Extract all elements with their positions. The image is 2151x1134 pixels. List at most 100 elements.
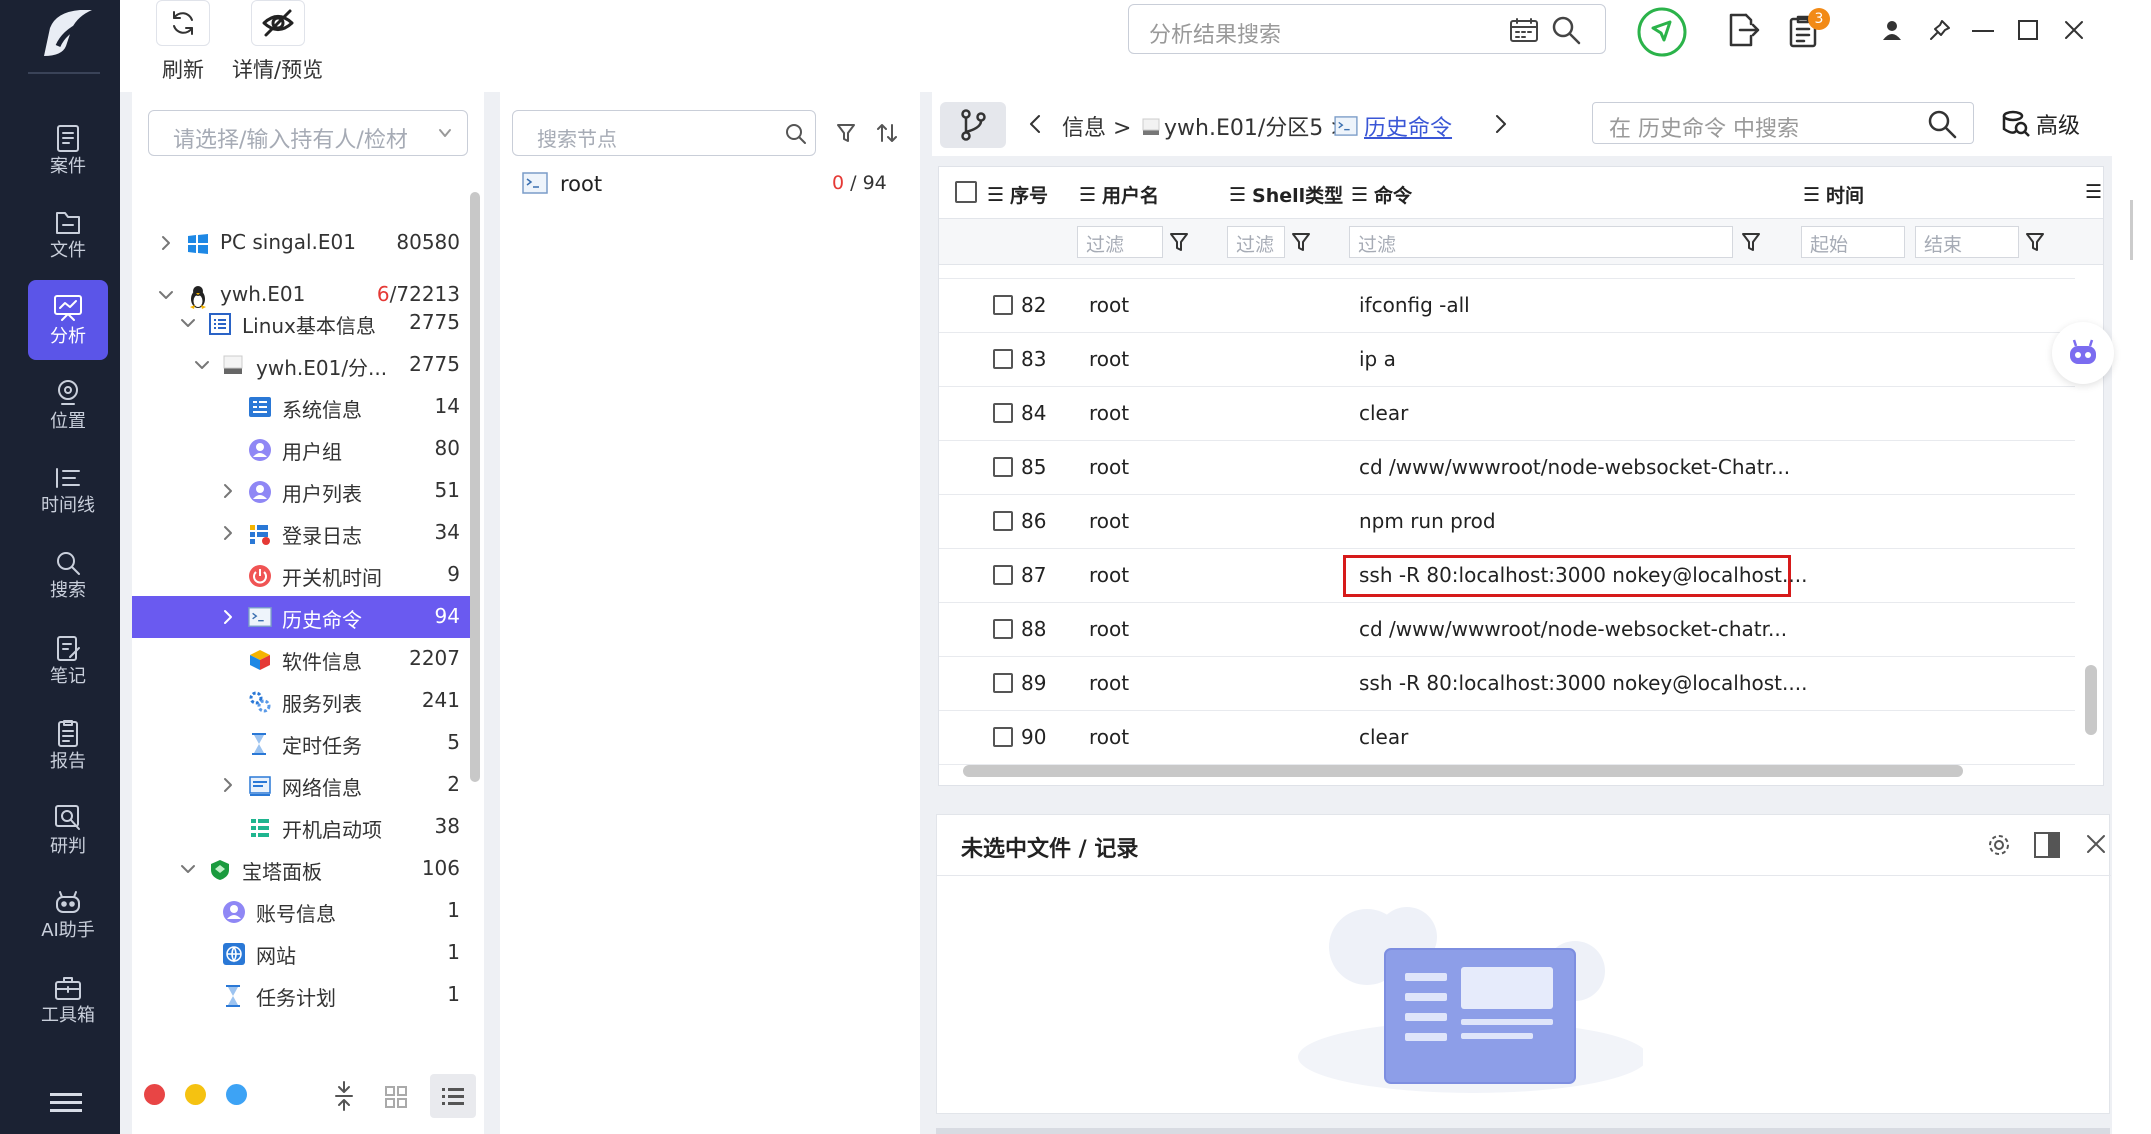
row-checkbox[interactable] <box>993 565 1013 585</box>
row-checkbox[interactable] <box>993 727 1013 747</box>
close-icon[interactable] <box>2064 20 2084 40</box>
tree-item[interactable]: 开关机时间 9 <box>132 554 472 596</box>
tree-item[interactable]: 用户组 80 <box>132 428 472 470</box>
gear-icon[interactable] <box>1985 831 2013 859</box>
tree-item[interactable]: ywh.E01/分... 2775 <box>132 344 472 386</box>
nav-item-search[interactable]: 搜索 <box>28 535 108 615</box>
row-checkbox[interactable] <box>993 295 1013 315</box>
tree-item[interactable]: PC singal.E01 80580 <box>132 222 472 264</box>
chevron-right-icon[interactable] <box>158 235 174 251</box>
nav-item-case[interactable]: 案件 <box>28 110 108 190</box>
filter-icon[interactable] <box>1169 231 1189 253</box>
table-row[interactable]: 83 root ip a <box>939 333 2075 387</box>
chevron-right-icon[interactable] <box>1494 114 1508 134</box>
tree-scrollbar[interactable] <box>470 192 480 782</box>
time-start-input[interactable]: 起始 <box>1801 226 1905 258</box>
column-more[interactable]: ☰ <box>2085 181 2102 203</box>
tree-item[interactable]: 账号信息 1 <box>132 890 472 932</box>
chevron-right-icon[interactable] <box>220 609 236 625</box>
tree-item[interactable]: 定时任务 5 <box>132 722 472 764</box>
tree-item[interactable]: Linux基本信息 2775 <box>132 302 472 344</box>
column-shell[interactable]: ☰ Shell类型 <box>1229 181 1343 208</box>
user-filter-input[interactable]: 过滤 <box>1077 226 1163 258</box>
ai-assistant-button[interactable] <box>2052 322 2114 384</box>
row-checkbox[interactable] <box>993 511 1013 531</box>
nav-item-ai[interactable]: AI助手 <box>28 875 108 955</box>
table-row[interactable]: 81rootifconfig <box>939 265 2075 279</box>
owner-select[interactable]: 请选择/输入持有人/检材 <box>148 110 468 156</box>
table-row[interactable]: 87 root ssh -R 80:localhost:3000 nokey@loc… <box>939 549 2075 603</box>
grid-view-icon[interactable] <box>378 1074 414 1118</box>
time-end-input[interactable]: 结束 <box>1915 226 2019 258</box>
tree-item[interactable]: 网络信息 2 <box>132 764 472 806</box>
user-icon[interactable] <box>1880 18 1904 42</box>
color-tag-dot[interactable] <box>144 1084 165 1105</box>
tree-item[interactable]: 网站 1 <box>132 932 472 974</box>
collapse-icon[interactable] <box>328 1074 360 1118</box>
shell-filter-input[interactable]: 过滤 <box>1227 226 1285 258</box>
chevron-right-icon[interactable] <box>220 777 236 793</box>
table-vscrollbar[interactable] <box>2085 665 2097 735</box>
row-checkbox[interactable] <box>993 349 1013 369</box>
search-icon[interactable] <box>785 123 807 145</box>
search-icon[interactable] <box>1927 109 1957 139</box>
tree-item[interactable]: 开机启动项 38 <box>132 806 472 848</box>
list-view-icon[interactable] <box>430 1074 476 1118</box>
column-seq[interactable]: ☰ 序号 <box>987 181 1048 208</box>
split-view-icon[interactable] <box>2033 831 2061 859</box>
filter-icon[interactable] <box>836 122 856 144</box>
breadcrumb-current[interactable]: 历史命令 <box>1364 110 1452 142</box>
nav-item-file[interactable]: 文件 <box>28 195 108 275</box>
breadcrumb-part[interactable]: 信息 > <box>1062 110 1131 142</box>
chevron-down-icon[interactable] <box>180 315 196 331</box>
detail-preview-button[interactable]: 详情/预览 <box>232 0 323 84</box>
maximize-icon[interactable] <box>2018 20 2038 40</box>
minimize-icon[interactable] <box>1972 30 1994 34</box>
tree-item[interactable]: 历史命令 94 <box>132 596 472 638</box>
row-checkbox[interactable] <box>993 619 1013 639</box>
branch-button[interactable] <box>940 102 1006 148</box>
select-all-checkbox[interactable] <box>955 181 977 203</box>
breadcrumb-part[interactable]: ywh.E01/分区5 > <box>1164 110 1349 142</box>
export-icon[interactable] <box>1726 12 1760 48</box>
bottom-scrollbar[interactable] <box>936 1128 2110 1134</box>
nav-item-notes[interactable]: 笔记 <box>28 620 108 700</box>
row-checkbox[interactable] <box>993 457 1013 477</box>
breadcrumb-current-link[interactable]: 历史命令 <box>1364 116 1452 141</box>
table-row[interactable]: 90 root clear <box>939 711 2075 765</box>
tree-item[interactable]: 软件信息 2207 <box>132 638 472 680</box>
tree-item[interactable]: 服务列表 241 <box>132 680 472 722</box>
color-tag-dot[interactable] <box>185 1084 206 1105</box>
search-icon[interactable] <box>1551 15 1581 45</box>
table-hscrollbar[interactable] <box>963 765 1963 777</box>
filter-icon[interactable] <box>2025 231 2045 253</box>
nav-item-location[interactable]: 位置 <box>28 365 108 445</box>
history-search-input[interactable]: 在 历史命令 中搜索 <box>1592 102 1974 144</box>
filter-icon[interactable] <box>1291 231 1311 253</box>
node-search-input[interactable]: 搜索节点 <box>512 110 816 156</box>
nav-item-report[interactable]: 报告 <box>28 705 108 785</box>
table-row[interactable]: 88 root cd /www/wwwroot/node-websocket-cha… <box>939 603 2075 657</box>
table-row[interactable]: 89 root ssh -R 80:localhost:3000 nokey@loc… <box>939 657 2075 711</box>
tree-item[interactable]: 系统信息 14 <box>132 386 472 428</box>
nav-item-toolbox[interactable]: 工具箱 <box>28 960 108 1040</box>
table-row[interactable]: 82 root ifconfig -all <box>939 279 2075 333</box>
refresh-button[interactable]: 刷新 <box>156 0 210 84</box>
chevron-down-icon[interactable] <box>158 287 174 303</box>
chevron-down-icon[interactable] <box>194 357 210 373</box>
row-checkbox[interactable] <box>993 673 1013 693</box>
chevron-down-icon[interactable] <box>180 861 196 877</box>
chevron-left-icon[interactable] <box>1028 114 1042 134</box>
nav-item-analysis[interactable]: 分析 <box>28 280 108 360</box>
table-row[interactable]: 84 root clear <box>939 387 2075 441</box>
menu-icon[interactable] <box>50 1090 82 1116</box>
tree-item[interactable]: 登录日志 34 <box>132 512 472 554</box>
analysis-search-input[interactable]: 分析结果搜索 <box>1128 4 1606 54</box>
tree-item[interactable]: 任务计划 1 <box>132 974 472 1016</box>
column-cmd[interactable]: ☰ 命令 <box>1351 181 1412 208</box>
advanced-search-button[interactable]: 高级 <box>2002 108 2080 140</box>
table-row[interactable]: 86 root npm run prod <box>939 495 2075 549</box>
pin-icon[interactable] <box>1928 18 1952 42</box>
nav-item-judge[interactable]: 研判 <box>28 790 108 870</box>
column-user[interactable]: ☰ 用户名 <box>1079 181 1159 208</box>
